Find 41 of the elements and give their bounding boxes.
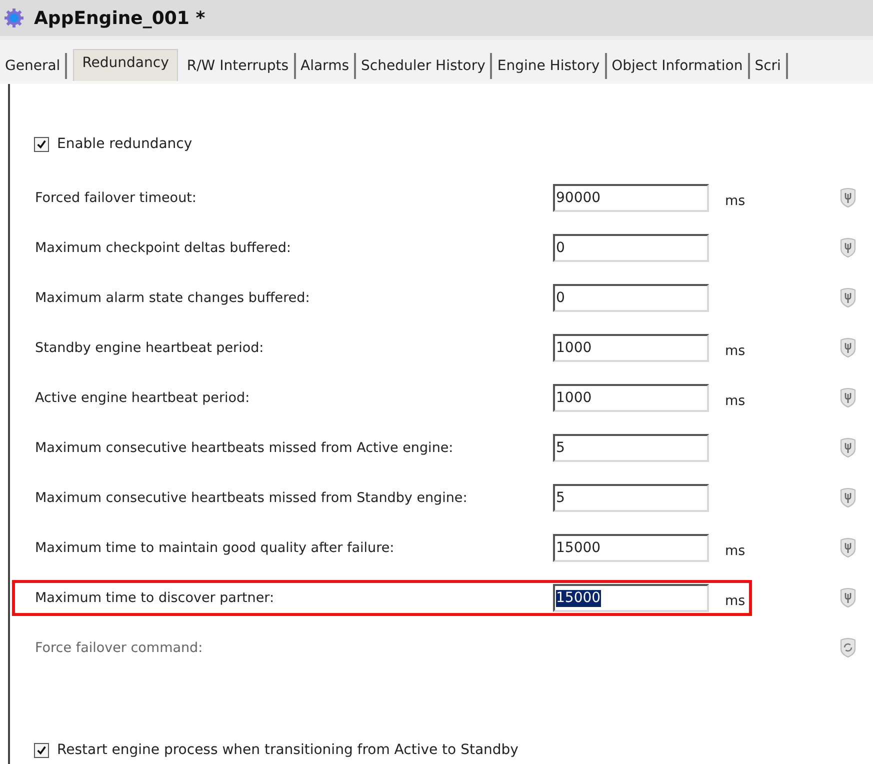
input-field[interactable]: 1000 bbox=[553, 384, 709, 412]
input-field[interactable]: 5 bbox=[553, 434, 709, 462]
setting-label: Forced failover timeout: bbox=[35, 190, 198, 206]
setting-label: Maximum alarm state changes buffered: bbox=[35, 290, 311, 306]
shield-icon[interactable] bbox=[840, 588, 856, 608]
checkbox-label: Restart engine process when transitioning from Active to Standby bbox=[57, 742, 518, 758]
input-field[interactable]: 0 bbox=[553, 284, 709, 312]
checkbox[interactable] bbox=[34, 742, 49, 758]
shield-icon[interactable] bbox=[840, 488, 856, 508]
shield-icon[interactable] bbox=[840, 238, 856, 258]
input-field[interactable]: 0 bbox=[553, 234, 709, 262]
unit-label: ms bbox=[725, 543, 746, 559]
setting-label: Maximum checkpoint deltas buffered: bbox=[35, 240, 292, 256]
input-field[interactable]: 5 bbox=[553, 484, 709, 512]
input-field[interactable]: 1000 bbox=[553, 334, 709, 362]
refresh-shield-icon[interactable] bbox=[840, 638, 856, 658]
setting-label: Maximum time to discover partner: bbox=[35, 590, 276, 606]
checkbox-label: Enable redundancy bbox=[57, 136, 192, 152]
input-field[interactable]: 15000 bbox=[553, 584, 709, 612]
input-field[interactable]: 90000 bbox=[553, 184, 709, 212]
setting-label: Standby engine heartbeat period: bbox=[35, 340, 265, 356]
setting-label: Maximum consecutive heartbeats missed from Standby engine: bbox=[35, 490, 468, 506]
shield-icon[interactable] bbox=[840, 288, 856, 308]
shield-icon[interactable] bbox=[840, 338, 856, 358]
shield-icon[interactable] bbox=[840, 188, 856, 208]
input-field[interactable]: 15000 bbox=[553, 534, 709, 562]
setting-label: Active engine heartbeat period: bbox=[35, 390, 251, 406]
unit-label: ms bbox=[725, 593, 746, 609]
unit-label: ms bbox=[725, 193, 746, 209]
command-label: Force failover command: bbox=[35, 640, 204, 656]
setting-label: Maximum time to maintain good quality after failure: bbox=[35, 540, 396, 556]
tab[interactable]: Redundancy bbox=[73, 49, 178, 81]
unit-label: ms bbox=[725, 393, 746, 409]
window-title: AppEngine_001 * bbox=[34, 8, 206, 28]
gear-icon bbox=[4, 8, 24, 28]
unit-label: ms bbox=[725, 343, 746, 359]
shield-icon[interactable] bbox=[840, 538, 856, 558]
shield-icon[interactable] bbox=[840, 438, 856, 458]
setting-label: Maximum consecutive heartbeats missed from Active engine: bbox=[35, 440, 454, 456]
shield-icon[interactable] bbox=[840, 388, 856, 408]
checkbox[interactable] bbox=[34, 136, 49, 152]
